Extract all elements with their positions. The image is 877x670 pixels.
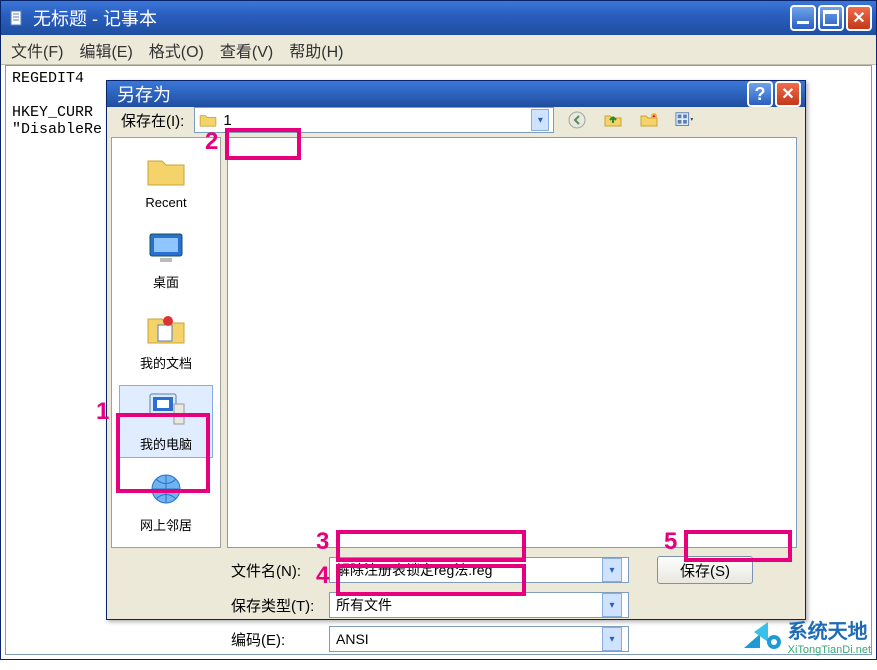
saveas-toolbar: 保存在(I): 1 ▾ ✦ [107, 107, 805, 133]
chevron-down-icon[interactable]: ▾ [602, 558, 622, 582]
new-folder-button[interactable]: ✦ [636, 107, 662, 133]
place-desktop[interactable]: 桌面 [119, 223, 213, 296]
filetype-dropdown[interactable]: 所有文件 ▾ [329, 592, 629, 618]
watermark-brand: 系统天地 [788, 621, 868, 643]
place-label: 网上邻居 [140, 518, 192, 533]
saveas-titlebar[interactable]: 另存为 ? ✕ [107, 81, 805, 107]
new-folder-icon: ✦ [639, 110, 659, 130]
places-bar: Recent 桌面 我的文档 我的电脑 网上邻居 [111, 137, 221, 548]
lookin-label: 保存在(I): [121, 110, 184, 131]
computer-icon [144, 390, 188, 430]
filename-label: 文件名(N): [231, 560, 321, 581]
watermark-url: XiTongTianDi.net [788, 644, 871, 656]
encoding-dropdown[interactable]: ANSI ▾ [329, 626, 629, 652]
place-label: Recent [145, 195, 186, 210]
up-one-level-button[interactable] [600, 107, 626, 133]
view-icon [675, 110, 695, 130]
save-button[interactable]: 保存(S) [657, 556, 753, 584]
place-label: 桌面 [153, 275, 179, 290]
filetype-label: 保存类型(T): [231, 595, 321, 616]
folder-icon [199, 113, 217, 127]
lookin-value: 1 [223, 112, 231, 129]
chevron-down-icon[interactable]: ▾ [531, 109, 549, 131]
menu-edit[interactable]: 编辑(E) [75, 36, 136, 64]
close-button[interactable] [846, 5, 872, 31]
notepad-menubar: 文件(F) 编辑(E) 格式(O) 查看(V) 帮助(H) [1, 35, 876, 65]
filetype-value: 所有文件 [336, 595, 392, 615]
file-list[interactable] [227, 137, 797, 548]
menu-format[interactable]: 格式(O) [145, 36, 208, 64]
help-button[interactable]: ? [747, 81, 773, 107]
documents-icon [144, 309, 188, 349]
network-icon [144, 471, 188, 511]
filename-value: 解除注册表锁定reg法.reg [336, 560, 492, 580]
saveas-fields: 文件名(N): 解除注册表锁定reg法.reg ▾ 保存(S) 保存类型(T):… [107, 548, 805, 670]
minimize-button[interactable] [790, 5, 816, 31]
place-mycomputer[interactable]: 我的电脑 [119, 385, 213, 458]
back-icon [567, 110, 587, 130]
save-button-label: 保存(S) [680, 560, 730, 581]
menu-view[interactable]: 查看(V) [216, 36, 277, 64]
menu-file[interactable]: 文件(F) [7, 36, 67, 64]
desktop-icon [144, 228, 188, 268]
place-mydocs[interactable]: 我的文档 [119, 304, 213, 377]
filename-input[interactable]: 解除注册表锁定reg法.reg ▾ [329, 557, 629, 583]
folder-icon [144, 151, 188, 191]
notepad-icon [9, 10, 25, 26]
body-line: REGEDIT4 [12, 70, 84, 87]
maximize-button[interactable] [818, 5, 844, 31]
back-button[interactable] [564, 107, 590, 133]
svg-text:✦: ✦ [652, 114, 656, 120]
body-line: HKEY_CURR [12, 104, 93, 121]
lookin-dropdown[interactable]: 1 ▾ [194, 107, 554, 133]
watermark: 系统天地 XiTongTianDi.net [740, 615, 871, 656]
window-controls [790, 5, 872, 31]
place-recent[interactable]: Recent [119, 146, 213, 215]
folder-up-icon [603, 110, 623, 130]
notepad-titlebar[interactable]: 无标题 - 记事本 [1, 1, 876, 35]
saveas-dialog: 另存为 ? ✕ 保存在(I): 1 ▾ ✦ Recent [106, 80, 806, 620]
dialog-close-button[interactable]: ✕ [775, 81, 801, 107]
view-menu-button[interactable] [672, 107, 698, 133]
chevron-down-icon[interactable]: ▾ [602, 627, 622, 651]
menu-help[interactable]: 帮助(H) [285, 36, 347, 64]
encoding-value: ANSI [336, 631, 369, 647]
place-network[interactable]: 网上邻居 [119, 466, 213, 539]
saveas-title: 另存为 [117, 81, 171, 107]
watermark-logo-icon [740, 620, 782, 652]
place-label: 我的电脑 [140, 437, 192, 452]
body-line: "DisableRe [12, 121, 102, 138]
notepad-title: 无标题 - 记事本 [33, 5, 790, 31]
encoding-label: 编码(E): [231, 629, 321, 650]
chevron-down-icon[interactable]: ▾ [602, 593, 622, 617]
place-label: 我的文档 [140, 356, 192, 371]
